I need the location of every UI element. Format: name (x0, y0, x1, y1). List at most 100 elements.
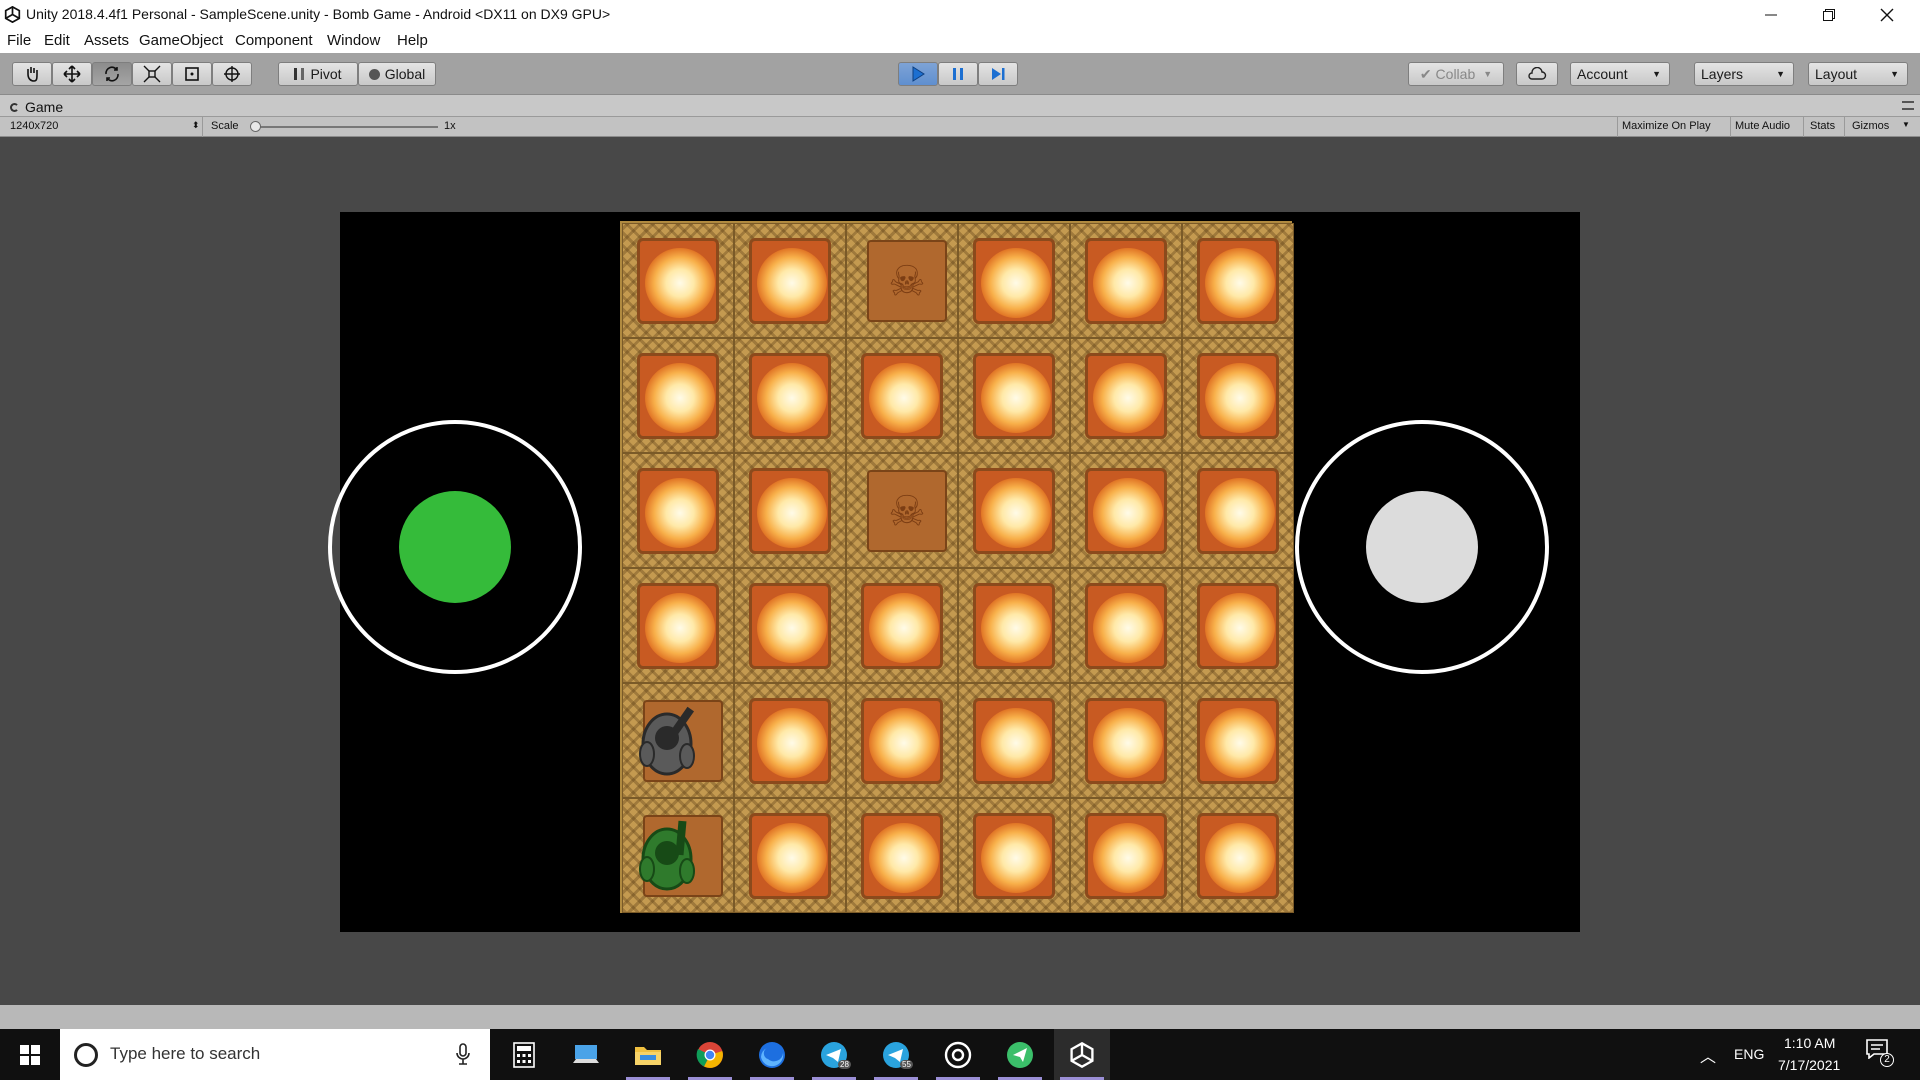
pause-button[interactable] (938, 62, 978, 86)
left-joystick-knob[interactable] (399, 491, 511, 603)
telegram-app-2[interactable]: 55 (868, 1029, 924, 1080)
fire-icon (981, 363, 1051, 433)
divider (1617, 117, 1618, 137)
fire-tile (1070, 453, 1182, 568)
move-tool-button[interactable] (52, 62, 92, 86)
taskbar-search[interactable]: Type here to search (60, 1029, 490, 1080)
game-view: ☠ ☠ (0, 137, 1920, 1005)
clock-time[interactable]: 1:10 AM (1784, 1035, 1835, 1051)
fire-icon (869, 593, 939, 663)
fire-icon (981, 593, 1051, 663)
calculator-icon (513, 1041, 535, 1068)
gizmos-dropdown[interactable]: Gizmos (1852, 120, 1889, 132)
chevron-up-icon[interactable]: ︿ (1700, 1043, 1716, 1067)
maximize-on-play-toggle[interactable]: Maximize On Play (1622, 120, 1711, 132)
fire-icon (1093, 593, 1163, 663)
resolution-dropdown-arrow-icon[interactable]: ⬍ (192, 120, 200, 131)
fire-icon (1093, 478, 1163, 548)
taskbar: Type here to search 28 55 ︿ ENG 1:10 AM … (0, 1029, 1920, 1080)
right-joystick-knob[interactable] (1366, 491, 1478, 603)
menu-file[interactable]: File (7, 32, 31, 49)
notification-count: 2 (1880, 1053, 1894, 1067)
pc-app[interactable] (558, 1029, 614, 1080)
tab-game[interactable]: Game (10, 97, 63, 117)
scale-tool-button[interactable] (132, 62, 172, 86)
fire-icon (645, 593, 715, 663)
fire-tile (622, 338, 734, 453)
global-button[interactable]: Global (358, 62, 436, 86)
mute-audio-toggle[interactable]: Mute Audio (1735, 120, 1790, 132)
fire-tile (846, 683, 958, 798)
fire-icon (981, 708, 1051, 778)
layers-dropdown[interactable]: Layers ▼ (1694, 62, 1794, 86)
game-viewport[interactable]: ☠ ☠ (328, 212, 1580, 932)
fire-tile (1182, 568, 1294, 683)
pivot-icon (294, 68, 305, 80)
chevron-down-icon[interactable]: ▼ (1902, 120, 1910, 129)
pivot-button[interactable]: Pivot (278, 62, 358, 86)
rotate-tool-button[interactable] (92, 62, 132, 86)
calculator-app[interactable] (496, 1029, 552, 1080)
scale-slider-handle[interactable] (250, 121, 261, 132)
fire-tile (846, 798, 958, 913)
fire-tile (958, 338, 1070, 453)
unity-app[interactable] (1054, 1029, 1110, 1080)
scale-label: Scale (211, 120, 239, 132)
close-icon[interactable] (1858, 0, 1916, 29)
microphone-icon[interactable] (456, 1043, 470, 1065)
panel-menu-icon[interactable] (1902, 101, 1914, 110)
hand-icon (27, 67, 38, 82)
menu-component[interactable]: Component (235, 32, 313, 49)
transform-tool-button[interactable] (212, 62, 252, 86)
right-joystick[interactable] (1295, 420, 1549, 674)
menu-edit[interactable]: Edit (44, 32, 70, 49)
scale-icon (143, 65, 161, 83)
telegram-app[interactable]: 28 (806, 1029, 862, 1080)
account-dropdown[interactable]: Account ▼ (1570, 62, 1670, 86)
layout-label: Layout (1815, 66, 1858, 82)
send-app[interactable] (992, 1029, 1048, 1080)
cloud-button[interactable] (1516, 62, 1558, 86)
chevron-down-icon: ▼ (1890, 69, 1899, 79)
scale-slider[interactable] (250, 121, 438, 132)
fire-tile (734, 798, 846, 913)
hand-tool-button[interactable] (12, 62, 52, 86)
check-icon: ✔ (1419, 65, 1432, 82)
rect-tool-button[interactable] (172, 62, 212, 86)
fire-tile (958, 798, 1070, 913)
fire-tile (622, 453, 734, 568)
minimize-icon[interactable] (1742, 0, 1800, 29)
notifications-button[interactable]: 2 (1866, 1039, 1896, 1069)
rect-icon (185, 67, 199, 81)
fire-tile (958, 568, 1070, 683)
layers-label: Layers (1701, 66, 1744, 82)
skull-tile: ☠ (846, 223, 958, 338)
chrome-app[interactable] (682, 1029, 738, 1080)
fire-tile (622, 223, 734, 338)
step-button[interactable] (978, 62, 1018, 86)
obs-app[interactable] (930, 1029, 986, 1080)
move-icon (63, 65, 81, 83)
stats-toggle[interactable]: Stats (1810, 120, 1835, 132)
restore-icon[interactable] (1800, 0, 1858, 29)
menu-window[interactable]: Window (327, 32, 380, 49)
menu-assets[interactable]: Assets (84, 32, 129, 49)
menu-help[interactable]: Help (397, 32, 428, 49)
cloud-icon (1528, 67, 1547, 80)
left-joystick[interactable] (328, 420, 582, 674)
play-button[interactable] (898, 62, 938, 86)
firefox-app[interactable] (744, 1029, 800, 1080)
file-explorer-app[interactable] (620, 1029, 676, 1080)
collab-button[interactable]: ✔ Collab ▼ (1408, 62, 1504, 86)
fire-tile (1070, 798, 1182, 913)
language-indicator[interactable]: ENG (1734, 1046, 1764, 1062)
resolution-dropdown[interactable]: 1240x720 (10, 120, 58, 132)
menu-gameobject[interactable]: GameObject (139, 32, 223, 49)
layout-dropdown[interactable]: Layout ▼ (1808, 62, 1908, 86)
chrome-icon (696, 1041, 723, 1068)
start-button[interactable] (0, 1029, 60, 1080)
notification-badge: 28 (838, 1060, 851, 1069)
clock-date[interactable]: 7/17/2021 (1778, 1057, 1840, 1073)
green-soldier-icon (639, 820, 695, 891)
fire-icon (869, 363, 939, 433)
